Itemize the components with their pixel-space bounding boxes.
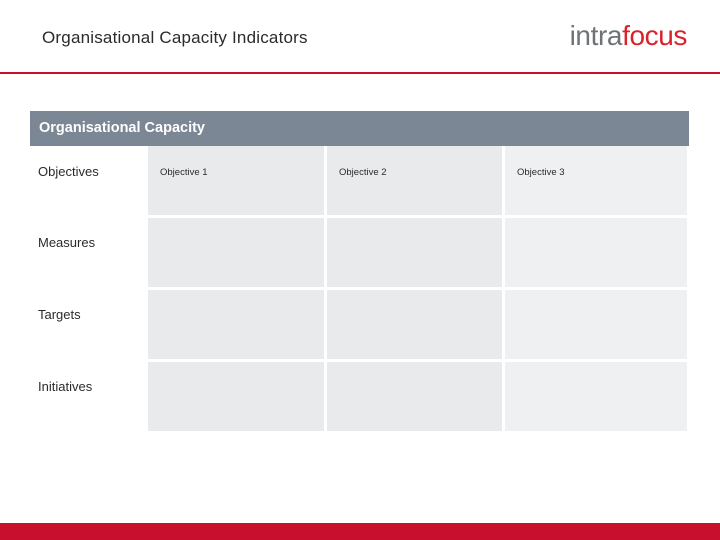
row-label: Objectives xyxy=(38,164,99,179)
row-header-targets: Targets xyxy=(30,288,148,361)
table-row: Objectives Objective 1 Objective 2 Objec… xyxy=(30,146,690,218)
cell-text xyxy=(327,362,502,383)
cell-initiatives-3[interactable] xyxy=(503,360,690,431)
cell-text: Objective 1 xyxy=(160,167,208,178)
cell-measures-1[interactable] xyxy=(147,216,327,290)
slide-header: Organisational Capacity Indicators intra… xyxy=(0,0,720,74)
cell-text: Objective 2 xyxy=(339,167,387,178)
cell-objectives-2[interactable]: Objective 2 xyxy=(325,146,505,218)
matrix-band-header-cell: Organisational Capacity xyxy=(30,111,689,146)
organisational-capacity-matrix: Organisational Capacity Objectives Objec… xyxy=(30,111,690,431)
cell-text xyxy=(148,362,324,383)
row-header-measures: Measures xyxy=(30,216,148,289)
row-label: Targets xyxy=(38,306,81,322)
cell-text xyxy=(505,362,687,383)
matrix-band-header-row: Organisational Capacity xyxy=(30,111,689,146)
cell-targets-3[interactable] xyxy=(503,288,690,362)
logo-text-primary: intra xyxy=(569,20,623,51)
cell-targets-2[interactable] xyxy=(325,288,505,362)
cell-initiatives-2[interactable] xyxy=(325,360,505,431)
cell-measures-3[interactable] xyxy=(503,216,690,290)
table-row: Targets xyxy=(30,288,690,362)
table-row: Initiatives xyxy=(30,360,690,431)
cell-objectives-3[interactable]: Objective 3 xyxy=(503,146,690,218)
cell-targets-1[interactable] xyxy=(147,288,327,362)
row-header-initiatives: Initiatives xyxy=(30,360,148,431)
page-title: Organisational Capacity Indicators xyxy=(42,28,308,47)
row-label: Measures xyxy=(38,234,96,250)
row-label: Initiatives xyxy=(38,378,93,394)
cell-text xyxy=(148,290,324,311)
cell-text xyxy=(148,218,324,239)
footer-accent-bar xyxy=(0,523,720,540)
cell-measures-2[interactable] xyxy=(325,216,505,290)
row-header-objectives: Objectives xyxy=(30,146,148,217)
intrafocus-logo: intrafocus xyxy=(569,20,688,52)
cell-initiatives-1[interactable] xyxy=(147,360,327,431)
cell-text: Objective 3 xyxy=(517,167,565,178)
cell-text xyxy=(505,290,687,311)
cell-objectives-1[interactable]: Objective 1 xyxy=(147,146,327,218)
cell-text xyxy=(327,218,502,239)
band-title: Organisational Capacity xyxy=(39,120,205,136)
table-row: Measures xyxy=(30,216,690,290)
logo-text-secondary: focus xyxy=(622,20,687,51)
cell-text xyxy=(327,290,502,311)
cell-text xyxy=(505,218,687,239)
header-divider xyxy=(0,72,720,74)
